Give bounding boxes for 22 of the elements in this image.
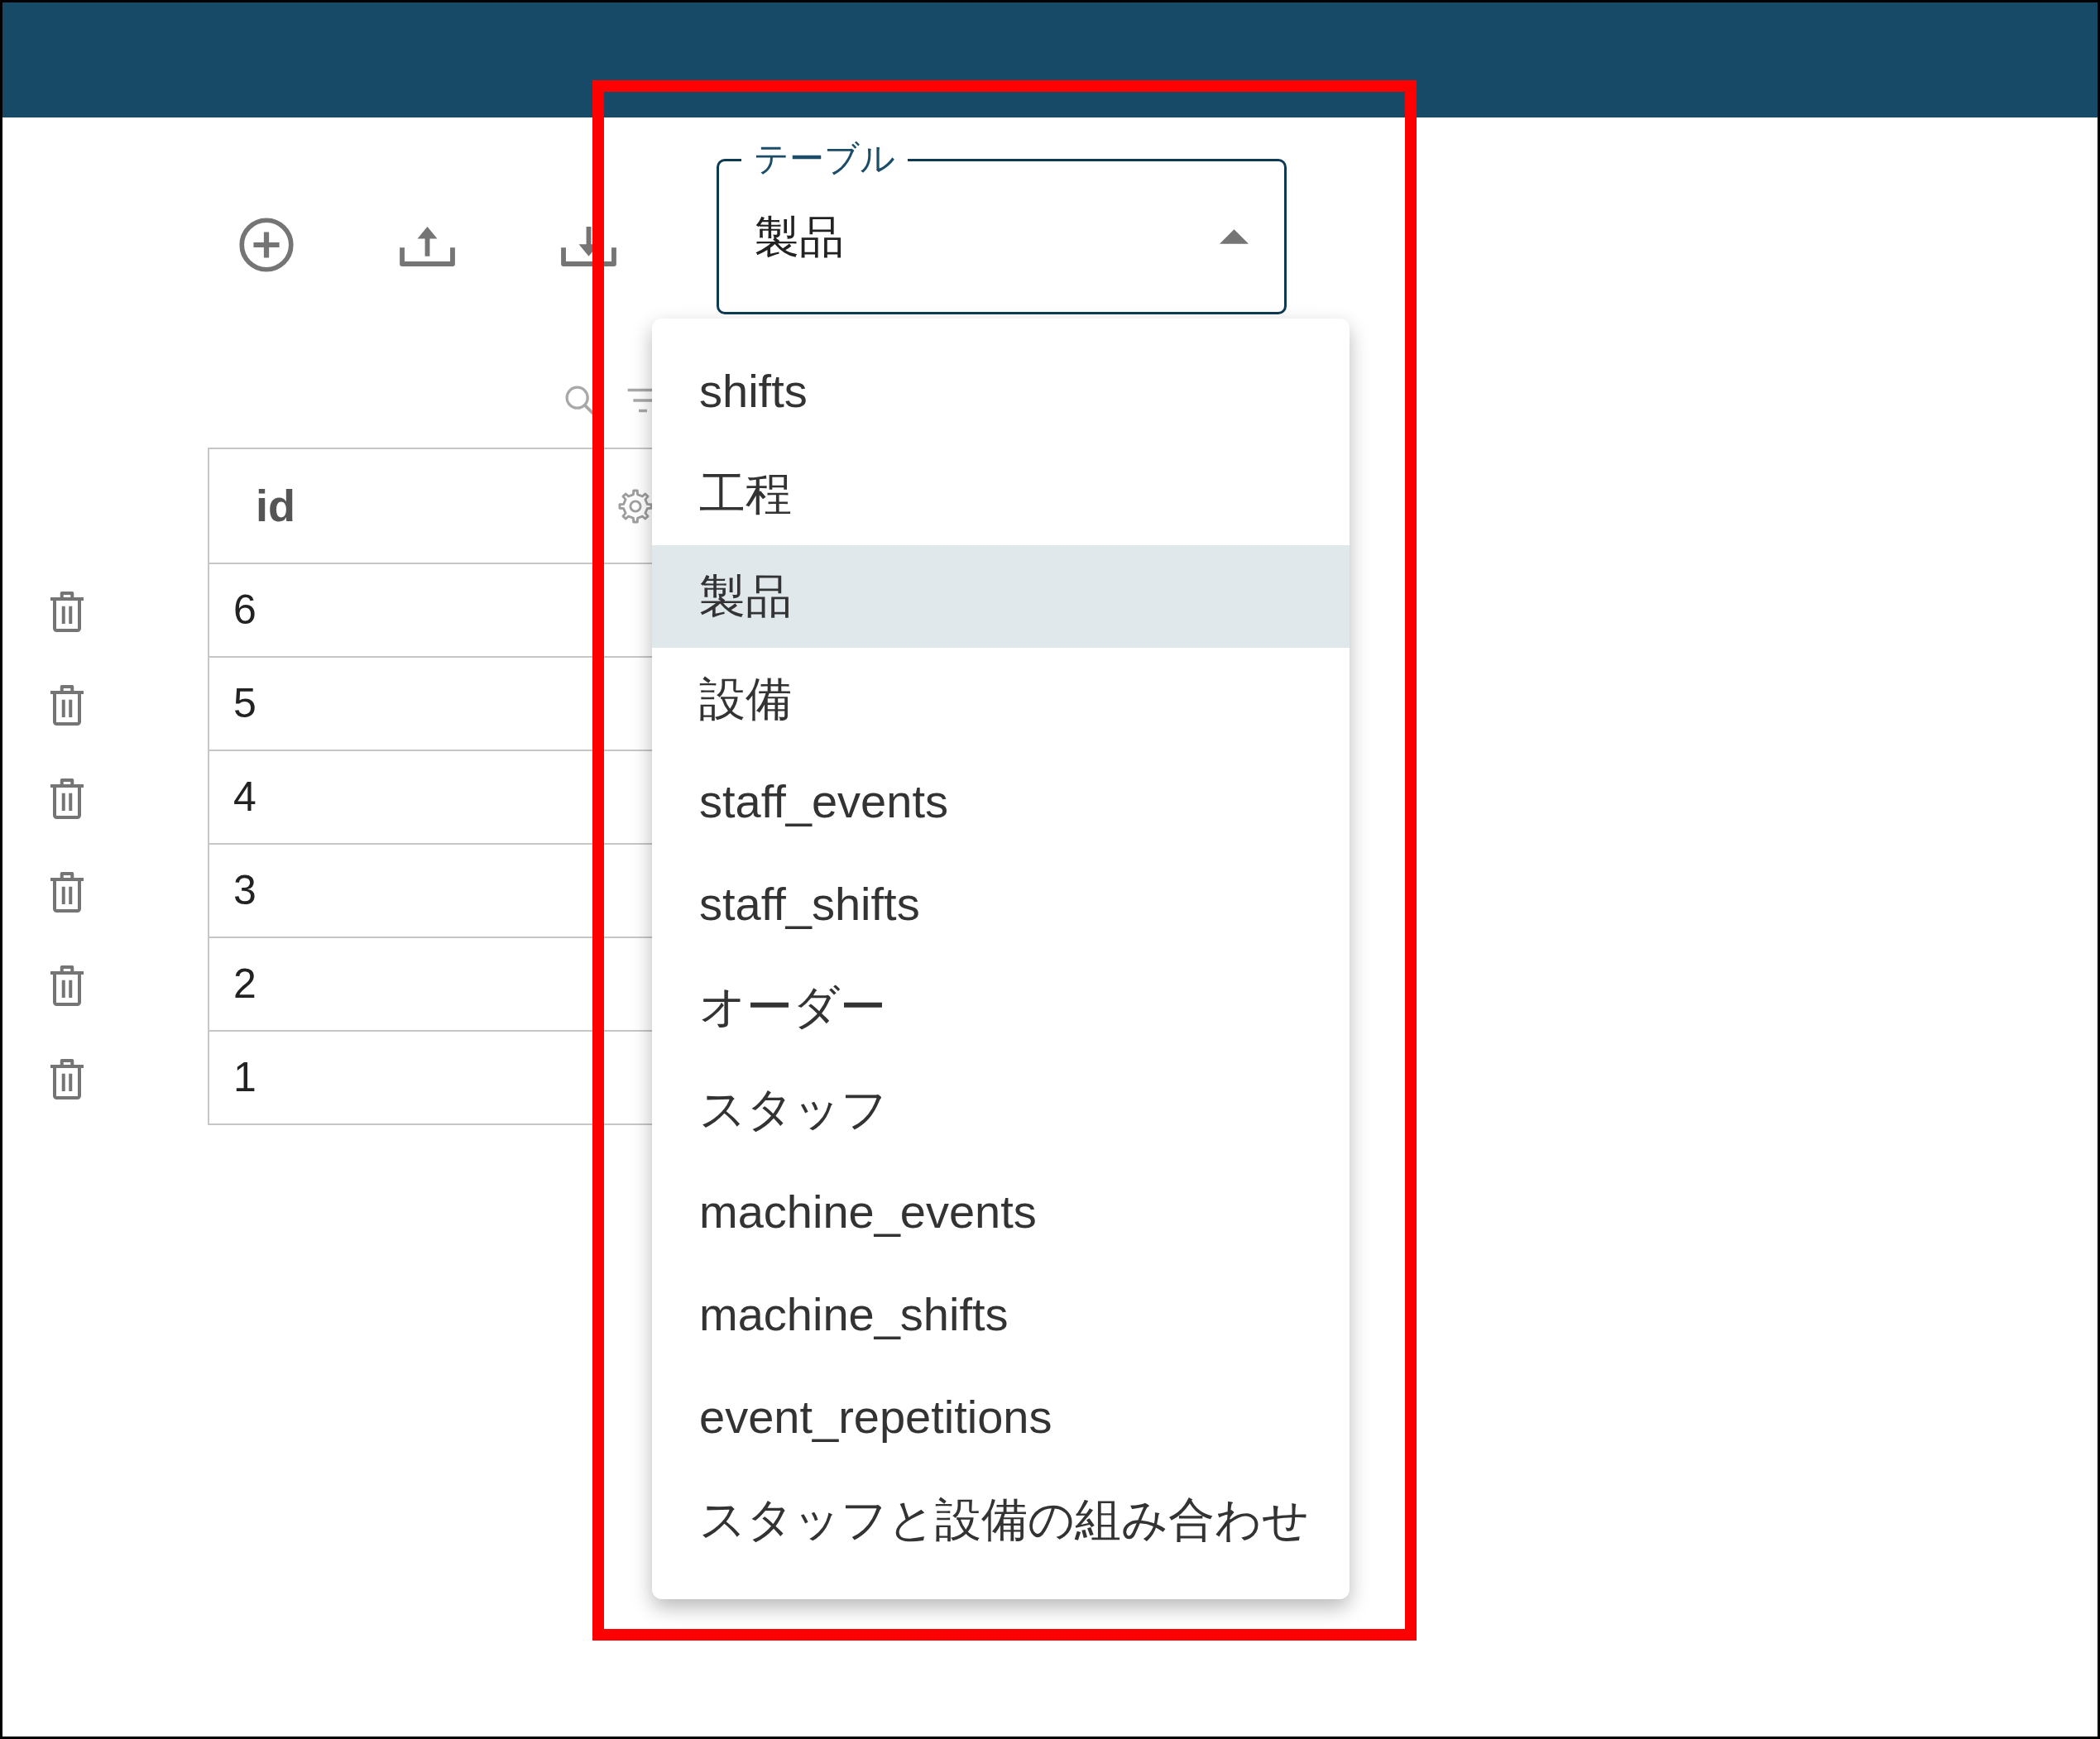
column-title[interactable]: id (256, 472, 295, 539)
menu-option[interactable]: 設備 (652, 648, 1350, 750)
menu-option[interactable]: staff_events (652, 750, 1350, 853)
menu-option[interactable]: event_repetitions (652, 1366, 1350, 1468)
menu-option[interactable]: 工程 (652, 443, 1350, 545)
field-label: テーブル (741, 140, 908, 178)
trash-icon[interactable] (48, 590, 86, 632)
menu-option[interactable]: スタッフと設備の組み合わせ (652, 1468, 1350, 1571)
menu-option[interactable]: machine_events (652, 1161, 1350, 1263)
menu-option[interactable]: machine_shifts (652, 1263, 1350, 1366)
add-icon[interactable] (238, 217, 295, 273)
menu-option[interactable]: オーダー (652, 956, 1350, 1058)
menu-option[interactable]: 製品 (652, 545, 1350, 648)
trash-icon[interactable] (48, 870, 86, 913)
menu-option[interactable]: shifts (652, 340, 1350, 443)
menu-option[interactable]: staff_shifts (652, 853, 1350, 956)
trash-icon[interactable] (48, 683, 86, 726)
trash-icon[interactable] (48, 964, 86, 1006)
trash-icon[interactable] (48, 777, 86, 819)
trash-icon[interactable] (48, 1057, 86, 1099)
caret-icon (1220, 229, 1249, 244)
menu-option[interactable]: スタッフ (652, 1058, 1350, 1161)
